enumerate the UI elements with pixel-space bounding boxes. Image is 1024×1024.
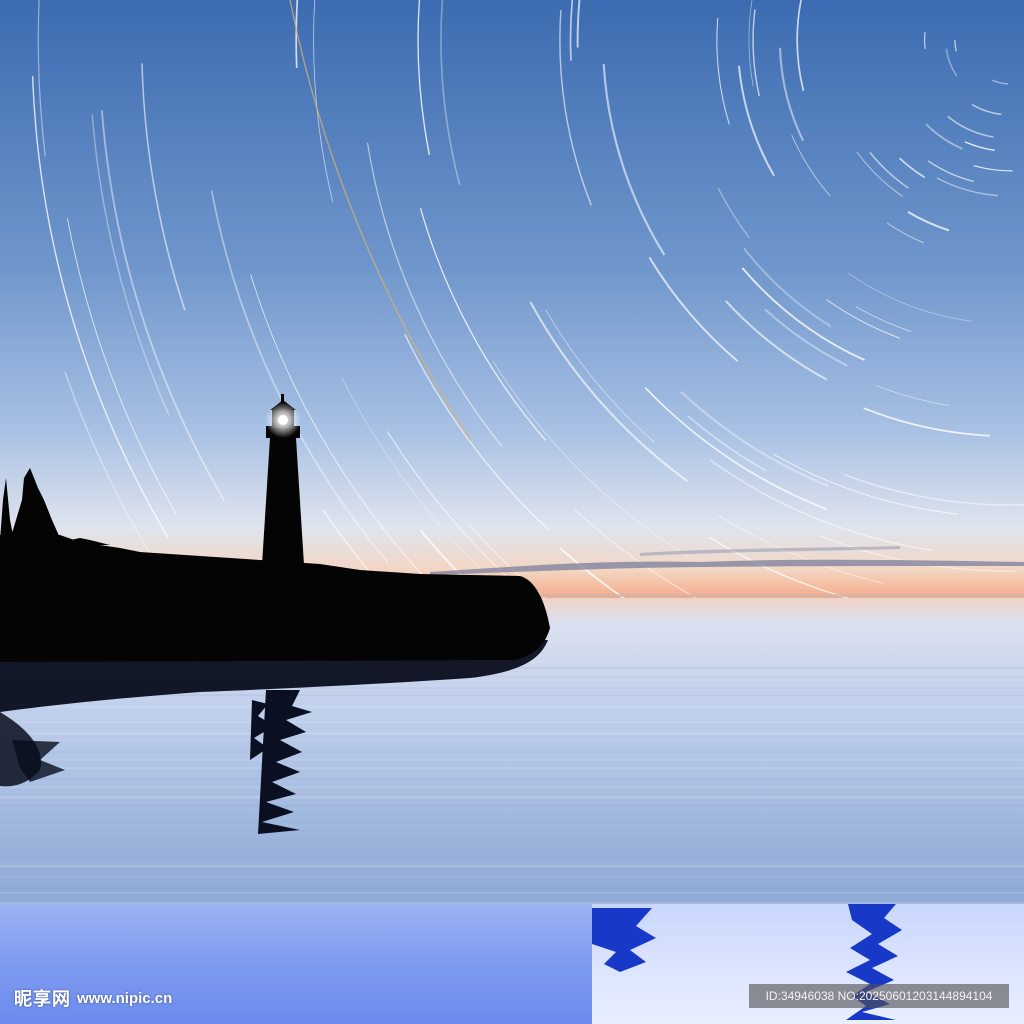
water-ripple: [0, 786, 1024, 789]
water-ripple: [0, 886, 1024, 889]
water-ripple: [0, 821, 1024, 823]
water-ripple: [0, 751, 1024, 753]
sky: [0, 0, 1024, 600]
water-ripple: [0, 839, 1024, 841]
water-ripple: [0, 796, 1024, 799]
water-ripple: [0, 705, 1024, 708]
water-ripple: [0, 856, 1024, 859]
water-ripple: [0, 767, 1024, 769]
lighthouse: [262, 394, 304, 565]
image-id-bar: ID:34946038 NO:20250601203144894104: [749, 984, 1009, 1008]
water-ripple: [0, 892, 1024, 894]
watermark-site-url: www.nipic.cn: [77, 989, 173, 1007]
water-ripple: [0, 875, 1024, 878]
water-ripple: [0, 732, 1024, 735]
water-ripple: [0, 849, 1024, 851]
water-ripple: [0, 778, 1024, 780]
water-ripple: [0, 721, 1024, 723]
photo-scene: 昵享网 www.nipic.cn ID:34946038 NO:20250601…: [0, 0, 1024, 1024]
water-ripple: [0, 739, 1024, 742]
watermark-site-name: 昵享网: [14, 989, 71, 1010]
water-ripple: [0, 758, 1024, 761]
water-ripple: [0, 901, 1024, 904]
watermark-logo: 昵享网 www.nipic.cn: [14, 984, 172, 1012]
water-ripple: [0, 804, 1024, 807]
scene-svg: [0, 0, 1024, 1024]
image-id-text: ID:34946038 NO:20250601203144894104: [765, 989, 993, 1003]
water-ripple: [0, 715, 1024, 718]
water-ripple: [0, 815, 1024, 817]
water-ripple: [0, 865, 1024, 868]
water-ripple: [0, 830, 1024, 832]
